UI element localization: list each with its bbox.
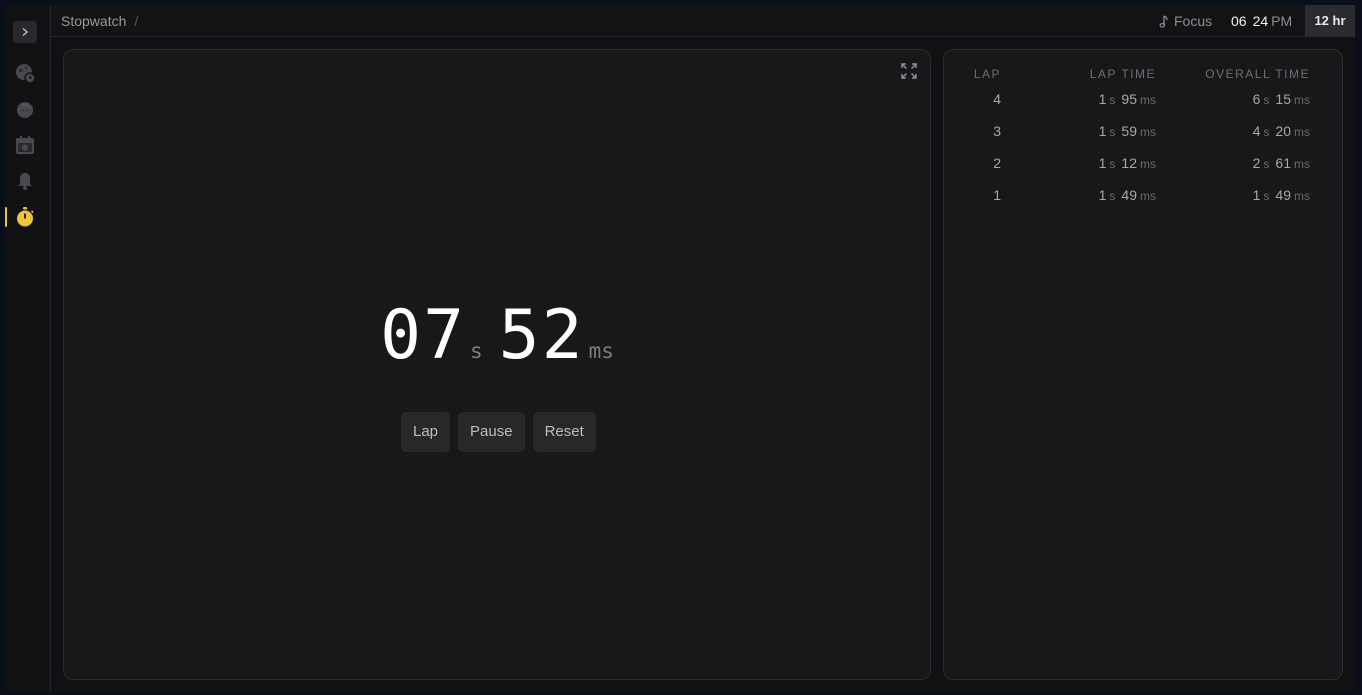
stopwatch-display: 07 s 52 ms xyxy=(64,296,930,375)
active-indicator xyxy=(5,207,7,227)
sidebar-item-alarm[interactable] xyxy=(14,170,36,192)
header-lap: LAP xyxy=(973,67,1001,81)
header-lap-time: LAP TIME xyxy=(1089,67,1156,81)
milliseconds-value: 52 xyxy=(498,296,585,375)
overall-time: 4 s 20 ms xyxy=(1252,123,1310,139)
lap-row: 4 1 s 95 ms 6 s 15 ms xyxy=(944,91,1342,111)
lap-number: 3 xyxy=(993,123,1001,139)
lap-row: 1 1 s 49 ms 1 s 49 ms xyxy=(944,187,1342,207)
sidebar-item-world-clock[interactable] xyxy=(14,62,36,84)
breadcrumb: Stopwatch / xyxy=(61,13,138,29)
seconds-unit: s xyxy=(470,339,483,363)
time-format-toggle[interactable]: 12 hr xyxy=(1305,5,1355,36)
clock-ampm: PM xyxy=(1271,13,1293,29)
bell-icon xyxy=(18,173,32,190)
sidebar-item-pomodoro[interactable] xyxy=(14,98,36,120)
lap-button[interactable]: Lap xyxy=(401,412,451,452)
breadcrumb-current[interactable]: Stopwatch xyxy=(61,13,126,29)
lap-time: 1 s 12 ms xyxy=(1098,155,1156,171)
app-window: Stopwatch / Focus 06 24 PM 12 hr 07 s 52… xyxy=(5,5,1355,691)
focus-label: Focus xyxy=(1174,13,1213,29)
lap-number: 1 xyxy=(993,187,1001,203)
overall-time: 2 s 61 ms xyxy=(1252,155,1310,171)
breadcrumb-separator: / xyxy=(134,13,139,29)
laps-header-row: LAP LAP TIME OVERALL TIME xyxy=(944,67,1342,87)
overall-time: 1 s 49 ms xyxy=(1252,187,1310,203)
lap-time: 1 s 59 ms xyxy=(1098,123,1156,139)
clock-minutes: 24 xyxy=(1252,13,1269,29)
focus-button[interactable]: Focus xyxy=(1159,13,1212,29)
milliseconds-unit: ms xyxy=(588,339,614,363)
pause-button[interactable]: Pause xyxy=(458,412,525,452)
seconds-value: 07 xyxy=(380,296,467,375)
lap-row: 2 1 s 12 ms 2 s 61 ms xyxy=(944,155,1342,175)
sidebar-item-stopwatch[interactable] xyxy=(14,206,36,228)
laps-panel: LAP LAP TIME OVERALL TIME 4 1 s 95 ms 6 s 15 m… xyxy=(943,49,1343,680)
reset-button[interactable]: Reset xyxy=(532,412,596,452)
sidebar xyxy=(5,5,51,691)
overall-time: 6 s 15 ms xyxy=(1252,91,1310,107)
lap-row: 3 1 s 59 ms 4 s 20 ms xyxy=(944,123,1342,143)
top-bar: Stopwatch / Focus 06 24 PM 12 hr xyxy=(51,5,1355,37)
music-note-icon xyxy=(1159,14,1168,28)
header-clock: 06 24 PM xyxy=(1231,13,1292,29)
sidebar-item-calendar[interactable] xyxy=(14,134,36,156)
fullscreen-button[interactable] xyxy=(900,62,918,80)
stopwatch-icon xyxy=(17,207,34,227)
expand-sidebar-button[interactable] xyxy=(13,21,37,43)
world-clock-icon xyxy=(16,64,36,84)
lap-number: 2 xyxy=(993,155,1001,171)
calendar-icon xyxy=(16,136,34,154)
lap-number: 4 xyxy=(993,91,1001,107)
header-overall-time: OVERALL TIME xyxy=(1205,67,1310,81)
lap-time: 1 s 95 ms xyxy=(1098,91,1156,107)
stopwatch-panel: 07 s 52 ms Lap Pause Reset xyxy=(63,49,931,680)
stopwatch-controls: Lap Pause Reset xyxy=(401,412,596,452)
lap-time: 1 s 49 ms xyxy=(1098,187,1156,203)
fullscreen-icon xyxy=(901,63,917,79)
pomodoro-icon xyxy=(17,102,33,118)
clock-hours: 06 xyxy=(1231,13,1247,29)
chevron-right-icon xyxy=(22,27,29,37)
